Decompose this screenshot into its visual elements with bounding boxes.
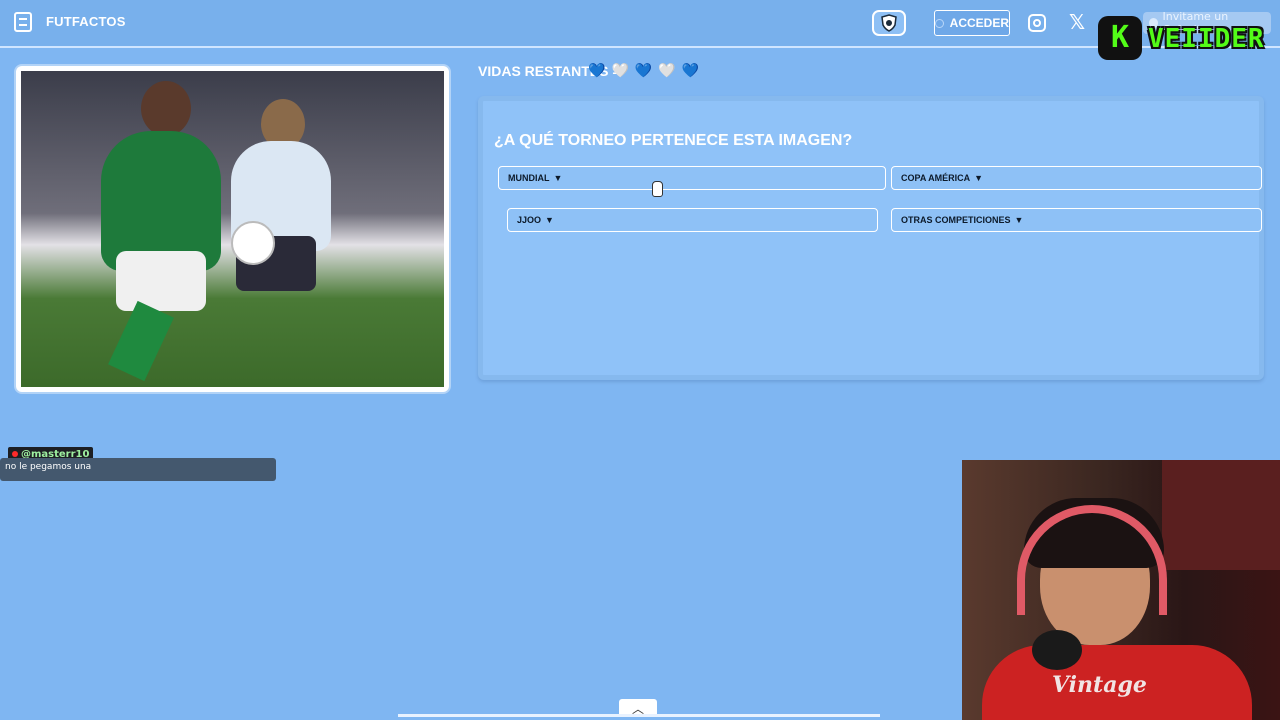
lives-hearts: 💙 🤍 💙 🤍 💙: [588, 62, 699, 80]
kick-logo: K: [1098, 16, 1142, 60]
chat-message: no le pegamos una: [0, 458, 276, 481]
streamer-name-overlay: VEIIDER: [1148, 24, 1265, 54]
caret-down-icon: ▼: [545, 215, 554, 225]
microphone-icon: [1032, 630, 1082, 670]
white-heart-icon: 🤍: [611, 63, 629, 79]
football-match-photo: [21, 71, 444, 387]
caret-down-icon: ▼: [553, 173, 563, 183]
option-label: MUNDIAL: [508, 173, 550, 183]
option-copa-america[interactable]: COPA AMÉRICA ▼: [891, 166, 1262, 190]
login-button[interactable]: ACCEDER: [934, 10, 1010, 36]
blue-heart-icon: 💙: [588, 63, 606, 79]
streamer-webcam: Vintage: [962, 460, 1280, 720]
shield-badge-button[interactable]: [872, 10, 906, 36]
site-name[interactable]: FUTFACTOS: [46, 14, 126, 29]
option-label: OTRAS COMPETICIONES: [901, 215, 1011, 225]
option-jjoo[interactable]: JJOO ▼: [507, 208, 878, 232]
option-otras-competiciones[interactable]: OTRAS COMPETICIONES ▼: [891, 208, 1262, 232]
shield-icon: [881, 14, 897, 32]
question-title: ¿A QUÉ TORNEO PERTENECE ESTA IMAGEN?: [494, 132, 853, 149]
caret-down-icon: ▼: [974, 173, 984, 183]
option-mundial[interactable]: MUNDIAL ▼: [498, 166, 886, 190]
caret-down-icon: ▼: [1014, 215, 1024, 225]
option-label: COPA AMÉRICA: [901, 173, 971, 183]
option-label: JJOO: [517, 215, 542, 225]
quiz-image-frame: [14, 64, 451, 394]
top-navbar: FUTFACTOS ACCEDER 𝕏 Invitame un Cafecito: [0, 0, 1280, 48]
bottom-scroll-indicator: [398, 714, 880, 717]
mouse-cursor-icon: [652, 181, 663, 197]
youtube-icon: [12, 451, 18, 457]
futfactos-logo-icon[interactable]: [14, 12, 32, 32]
white-heart-icon: 🤍: [658, 63, 676, 79]
user-icon: [935, 18, 944, 28]
blue-heart-icon: 💙: [681, 63, 700, 79]
x-twitter-icon[interactable]: 𝕏: [1068, 12, 1086, 32]
instagram-icon[interactable]: [1028, 14, 1046, 32]
blue-heart-icon: 💙: [634, 63, 653, 79]
shirt-text: Vintage: [1052, 672, 1147, 698]
login-button-label: ACCEDER: [949, 16, 1009, 30]
